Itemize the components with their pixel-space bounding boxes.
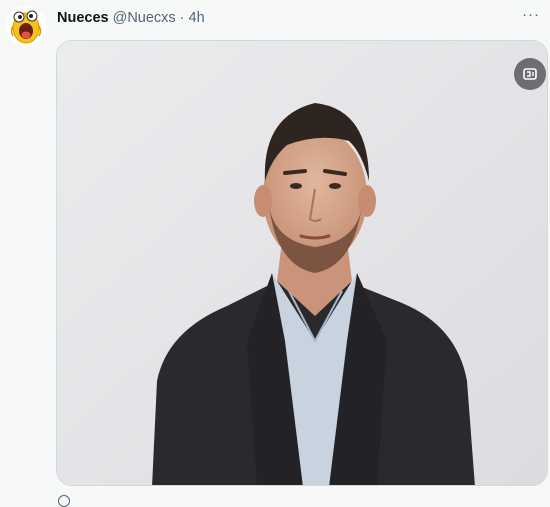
- timestamp[interactable]: 4h: [189, 10, 205, 26]
- reply-icon[interactable]: [58, 495, 70, 507]
- display-name[interactable]: Nueces: [57, 10, 109, 26]
- laughing-face-icon: [10, 10, 42, 44]
- more-options-button[interactable]: ···: [522, 6, 540, 23]
- gif-frame-image: [57, 41, 547, 485]
- separator: ·: [179, 10, 185, 26]
- tweet-header: Nueces @Nuecxs · 4h ···: [57, 6, 540, 28]
- gif-media[interactable]: [56, 40, 548, 486]
- gif-toggle-icon: [523, 68, 537, 80]
- tweet[interactable]: Nueces @Nuecxs · 4h ···: [0, 0, 550, 507]
- avatar[interactable]: [6, 6, 46, 46]
- user-handle[interactable]: @Nuecxs: [113, 10, 176, 26]
- gif-toggle-button[interactable]: [514, 58, 546, 90]
